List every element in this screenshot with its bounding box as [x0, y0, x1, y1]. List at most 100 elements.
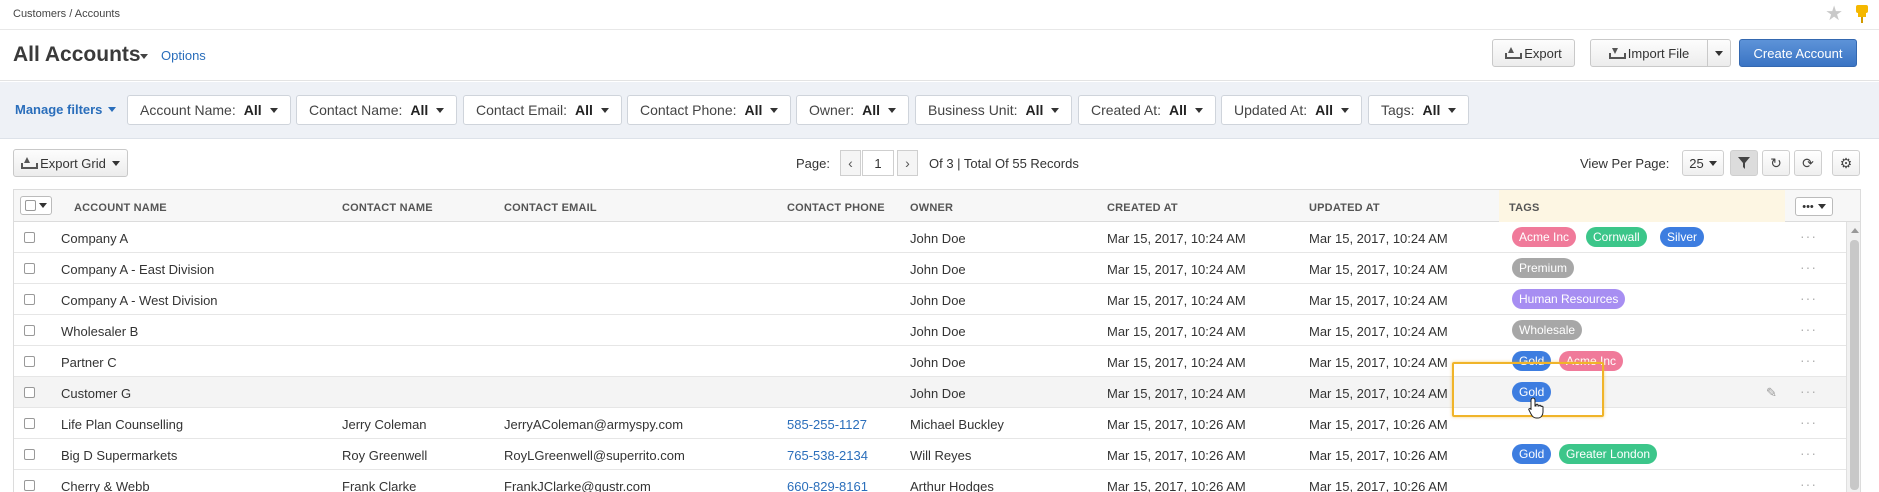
cell-created-at: Mar 15, 2017, 10:24 AM: [1107, 293, 1246, 308]
table-row[interactable]: Company A John Doe Mar 15, 2017, 10:24 AM M…: [14, 222, 1846, 253]
cell-updated-at: Mar 15, 2017, 10:24 AM: [1309, 262, 1448, 277]
breadcrumb[interactable]: Customers / Accounts: [13, 8, 120, 20]
table-row[interactable]: Big D Supermarkets Roy Greenwell RoyLGreen…: [14, 439, 1846, 470]
column-header-created-at[interactable]: Created At: [1107, 202, 1178, 214]
chevron-right-icon: ›: [905, 155, 910, 171]
tag-badge[interactable]: Gold: [1512, 444, 1552, 464]
column-header-tags[interactable]: Tags: [1509, 202, 1540, 214]
table-row[interactable]: Wholesaler B John Doe Mar 15, 2017, 10:24 …: [14, 315, 1846, 346]
column-header-account-name[interactable]: Account Name: [74, 202, 167, 214]
row-checkbox[interactable]: [24, 325, 35, 336]
options-link[interactable]: Options: [161, 48, 206, 63]
filter-contact-phone[interactable]: Contact Phone: All: [627, 95, 792, 125]
row-checkbox[interactable]: [24, 294, 35, 305]
select-all-checkbox[interactable]: [20, 196, 52, 215]
export-grid-button[interactable]: Export Grid: [13, 149, 128, 177]
top-bar: Customers / Accounts ★: [0, 0, 1879, 30]
column-header-contact-name[interactable]: Contact Name: [342, 202, 433, 214]
table-row[interactable]: Company A - East Division John Doe Mar 15,…: [14, 253, 1846, 284]
filter-account-name[interactable]: Account Name: All: [127, 95, 291, 125]
manage-filters-dropdown[interactable]: Manage filters: [15, 102, 117, 117]
column-menu-button[interactable]: •••: [1795, 197, 1833, 216]
cell-created-at: Mar 15, 2017, 10:24 AM: [1107, 386, 1246, 401]
row-checkbox[interactable]: [24, 232, 35, 243]
prev-page-button[interactable]: ‹: [840, 150, 861, 176]
grid-settings-button[interactable]: ⚙: [1832, 150, 1860, 176]
cell-updated-at: Mar 15, 2017, 10:24 AM: [1309, 355, 1448, 370]
tag-badge[interactable]: Cornwall: [1586, 227, 1647, 247]
tag-badge[interactable]: Silver: [1660, 227, 1705, 247]
row-actions-icon[interactable]: ···: [1800, 352, 1817, 368]
refresh-button[interactable]: ↻: [1762, 150, 1790, 176]
column-header-owner[interactable]: Owner: [910, 202, 953, 214]
cell-contact-name: Frank Clarke: [342, 479, 417, 492]
row-checkbox[interactable]: [24, 356, 35, 367]
cell-updated-at: Mar 15, 2017, 10:24 AM: [1309, 293, 1448, 308]
cell-contact-phone[interactable]: 660-829-8161: [787, 479, 868, 492]
row-actions-icon[interactable]: ···: [1800, 445, 1817, 461]
view-per-page-select[interactable]: 25: [1682, 150, 1724, 176]
star-icon[interactable]: ★: [1825, 4, 1843, 24]
cell-contact-phone[interactable]: 585-255-1127: [787, 417, 867, 432]
tag-badge[interactable]: Premium: [1512, 258, 1575, 278]
row-actions-icon[interactable]: ···: [1800, 414, 1817, 430]
cell-owner: John Doe: [910, 355, 966, 370]
accounts-grid: Account Name Contact Name Contact Email …: [13, 189, 1861, 492]
next-page-button[interactable]: ›: [897, 150, 918, 176]
cell-account-name: Big D Supermarkets: [61, 448, 178, 463]
cell-account-name: Customer G: [61, 386, 132, 401]
filter-business-unit[interactable]: Business Unit: All: [915, 95, 1073, 125]
filter-tags[interactable]: Tags: All: [1368, 95, 1470, 125]
export-button[interactable]: Export: [1492, 39, 1575, 67]
row-checkbox[interactable]: [24, 418, 35, 429]
import-file-button[interactable]: Import File: [1590, 39, 1708, 67]
grid-header: Account Name Contact Name Contact Email …: [14, 190, 1860, 222]
pin-icon[interactable]: [1853, 4, 1871, 24]
row-checkbox[interactable]: [24, 387, 35, 398]
cell-updated-at: Mar 15, 2017, 10:24 AM: [1309, 386, 1448, 401]
chevron-down-icon: [1194, 107, 1203, 113]
chevron-down-icon[interactable]: [140, 54, 148, 59]
scroll-up-icon[interactable]: [1851, 228, 1859, 233]
row-checkbox[interactable]: [24, 449, 35, 460]
page-title[interactable]: All Accounts: [13, 43, 141, 67]
column-header-contact-phone[interactable]: Contact Phone: [787, 202, 885, 214]
import-options-dropdown[interactable]: [1707, 39, 1731, 67]
chevron-down-icon: [1051, 107, 1060, 113]
edit-icon[interactable]: ✎: [1766, 385, 1777, 401]
filter-icon: [1738, 157, 1750, 169]
column-header-updated-at[interactable]: Updated At: [1309, 202, 1380, 214]
cell-updated-at: Mar 15, 2017, 10:24 AM: [1309, 324, 1448, 339]
row-checkbox[interactable]: [24, 263, 35, 274]
create-account-button[interactable]: Create Account: [1739, 39, 1857, 67]
cell-contact-phone[interactable]: 765-538-2134: [787, 448, 868, 463]
row-checkbox[interactable]: [24, 480, 35, 491]
chevron-down-icon: [39, 203, 47, 208]
scroll-thumb[interactable]: [1850, 240, 1859, 490]
tag-badge[interactable]: Human Resources: [1512, 289, 1626, 309]
column-header-contact-email[interactable]: Contact Email: [504, 202, 597, 214]
row-actions-icon[interactable]: ···: [1800, 228, 1817, 244]
gear-icon: ⚙: [1839, 154, 1853, 171]
filter-owner[interactable]: Owner: All: [796, 95, 910, 125]
cell-account-name: Cherry & Webb: [61, 479, 150, 492]
page-number-input[interactable]: 1: [862, 150, 894, 176]
tag-badge[interactable]: Wholesale: [1512, 320, 1583, 340]
filter-updated-at[interactable]: Updated At: All: [1221, 95, 1363, 125]
reset-button[interactable]: ⟳: [1794, 150, 1822, 176]
tag-badge[interactable]: Acme Inc: [1512, 227, 1577, 247]
row-actions-icon[interactable]: ···: [1800, 321, 1817, 337]
table-row[interactable]: Cherry & Webb Frank Clarke FrankJClarke@gu…: [14, 470, 1846, 492]
filter-created-at[interactable]: Created At: All: [1078, 95, 1216, 125]
vertical-scrollbar[interactable]: [1846, 222, 1860, 492]
row-actions-icon[interactable]: ···: [1800, 383, 1817, 399]
tag-badge[interactable]: Greater London: [1559, 444, 1658, 464]
cell-owner: John Doe: [910, 386, 966, 401]
table-row[interactable]: Company A - West Division John Doe Mar 15,…: [14, 284, 1846, 315]
row-actions-icon[interactable]: ···: [1800, 290, 1817, 306]
filter-toggle-button[interactable]: [1730, 150, 1758, 176]
filter-contact-email[interactable]: Contact Email: All: [463, 95, 622, 125]
filter-contact-name[interactable]: Contact Name: All: [296, 95, 458, 125]
row-actions-icon[interactable]: ···: [1800, 476, 1817, 492]
row-actions-icon[interactable]: ···: [1800, 259, 1817, 275]
